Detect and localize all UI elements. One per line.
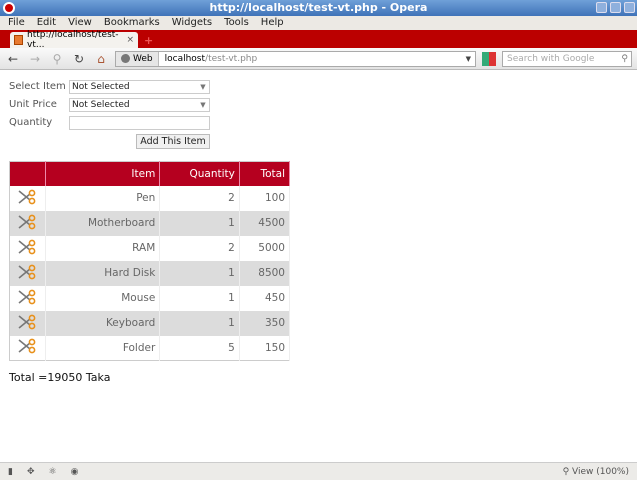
minimize-icon[interactable]	[596, 2, 607, 13]
cell-quantity: 2	[159, 185, 240, 211]
cell-quantity: 2	[159, 235, 240, 261]
window-title: http://localhost/test-vt.php - Opera	[209, 1, 428, 14]
table-row: Motherboard 1 4500	[9, 210, 291, 236]
unit-price-label: Unit Price	[9, 99, 57, 110]
select-item-label: Select Item	[9, 81, 66, 92]
page-content: Select Item Not Selected ▼ Unit Price Not…	[0, 72, 637, 462]
menu-file[interactable]: File	[8, 16, 25, 30]
status-bar: ▮ ✥ ⚛ ◉ ⚲ View (100%)	[0, 462, 637, 480]
back-icon[interactable]: ←	[5, 51, 21, 67]
cell-total: 100	[239, 185, 291, 211]
menu-edit[interactable]: Edit	[37, 16, 56, 30]
scissors-icon	[16, 314, 36, 333]
header-total: Total	[239, 161, 291, 186]
cell-item: Motherboard	[45, 210, 161, 236]
zoom-level[interactable]: ⚲ View (100%)	[563, 467, 629, 477]
speed-dial-icon[interactable]: ◉	[71, 467, 79, 477]
url-text[interactable]: localhost/test-vt.php	[159, 54, 466, 64]
scissors-icon	[16, 264, 36, 283]
reload-icon[interactable]: ↻	[71, 51, 87, 67]
maximize-icon[interactable]	[610, 2, 621, 13]
delete-row-button[interactable]	[9, 235, 46, 261]
tab-label: http://localhost/test-vt...	[27, 30, 119, 50]
turbo-icon[interactable]: ✥	[27, 467, 35, 477]
add-item-button[interactable]: Add This Item	[136, 134, 210, 149]
home-icon[interactable]: ⌂	[93, 51, 109, 67]
cell-item: Folder	[45, 335, 161, 361]
google-icon[interactable]	[482, 51, 496, 66]
scissors-icon	[16, 214, 36, 233]
new-tab-icon[interactable]: +	[144, 34, 153, 47]
cell-total: 8500	[239, 260, 291, 286]
chevron-down-icon: ▼	[200, 100, 206, 109]
delete-row-button[interactable]	[9, 210, 46, 236]
cell-item: Mouse	[45, 285, 161, 311]
menu-tools[interactable]: Tools	[224, 16, 249, 30]
cell-quantity: 5	[159, 335, 240, 361]
delete-row-button[interactable]	[9, 185, 46, 211]
scissors-icon	[16, 338, 36, 357]
search-icon[interactable]: ⚲	[621, 54, 631, 64]
cell-item: RAM	[45, 235, 161, 261]
panel-toggle-icon[interactable]: ▮	[8, 467, 13, 477]
cell-total: 4500	[239, 210, 291, 236]
delete-row-button[interactable]	[9, 310, 46, 336]
quantity-input[interactable]	[69, 115, 210, 130]
header-icon	[9, 161, 46, 186]
tab-bar: http://localhost/test-vt... × +	[0, 30, 637, 50]
cell-item: Hard Disk	[45, 260, 161, 286]
table-row: Folder 5 150	[9, 335, 291, 361]
table-row: Mouse 1 450	[9, 285, 291, 311]
cell-total: 450	[239, 285, 291, 311]
table-row: Keyboard 1 350	[9, 310, 291, 336]
header-item: Item	[45, 161, 161, 186]
menu-bar: File Edit View Bookmarks Widgets Tools H…	[0, 16, 637, 30]
cell-total: 150	[239, 335, 291, 361]
menu-view[interactable]: View	[68, 16, 92, 30]
unite-icon[interactable]: ⚛	[49, 467, 57, 477]
menu-bookmarks[interactable]: Bookmarks	[104, 16, 160, 30]
cell-total: 350	[239, 310, 291, 336]
dropdown-icon[interactable]: ▼	[466, 55, 475, 63]
unit-price-dropdown[interactable]: Not Selected ▼	[69, 97, 210, 112]
address-bar[interactable]: Web localhost/test-vt.php ▼	[115, 50, 476, 67]
quantity-label: Quantity	[9, 117, 53, 128]
table-row: Hard Disk 1 8500	[9, 260, 291, 286]
key-icon[interactable]: ⚲	[49, 51, 65, 67]
items-table: Item Quantity Total Pen 2 100 Motherboar…	[9, 161, 291, 361]
window-titlebar: http://localhost/test-vt.php - Opera	[0, 0, 637, 16]
menu-help[interactable]: Help	[261, 16, 284, 30]
scissors-icon	[16, 189, 36, 208]
scissors-icon	[16, 239, 36, 258]
cell-quantity: 1	[159, 310, 240, 336]
table-row: Pen 2 100	[9, 185, 291, 211]
forward-icon[interactable]: →	[27, 51, 43, 67]
nav-toolbar: ← → ⚲ ↻ ⌂ Web localhost/test-vt.php ▼ Se…	[0, 48, 637, 70]
tab-close-icon[interactable]: ×	[126, 35, 134, 45]
close-window-icon[interactable]	[624, 2, 635, 13]
delete-row-button[interactable]	[9, 285, 46, 311]
search-input[interactable]: Search with Google ⚲	[502, 50, 632, 67]
scissors-icon	[16, 289, 36, 308]
globe-icon	[121, 54, 130, 63]
table-row: RAM 2 5000	[9, 235, 291, 261]
web-badge: Web	[116, 51, 159, 66]
opera-logo-icon	[3, 2, 15, 14]
tab-active[interactable]: http://localhost/test-vt... ×	[10, 30, 138, 50]
chevron-down-icon: ▼	[200, 82, 206, 91]
cell-item: Pen	[45, 185, 161, 211]
delete-row-button[interactable]	[9, 260, 46, 286]
cell-quantity: 1	[159, 260, 240, 286]
delete-row-button[interactable]	[9, 335, 46, 361]
cell-quantity: 1	[159, 285, 240, 311]
header-quantity: Quantity	[159, 161, 240, 186]
menu-widgets[interactable]: Widgets	[172, 16, 212, 30]
cell-item: Keyboard	[45, 310, 161, 336]
cell-total: 5000	[239, 235, 291, 261]
grand-total: Total =19050 Taka	[9, 371, 111, 384]
select-item-dropdown[interactable]: Not Selected ▼	[69, 79, 210, 94]
cell-quantity: 1	[159, 210, 240, 236]
favicon-icon	[14, 35, 24, 45]
